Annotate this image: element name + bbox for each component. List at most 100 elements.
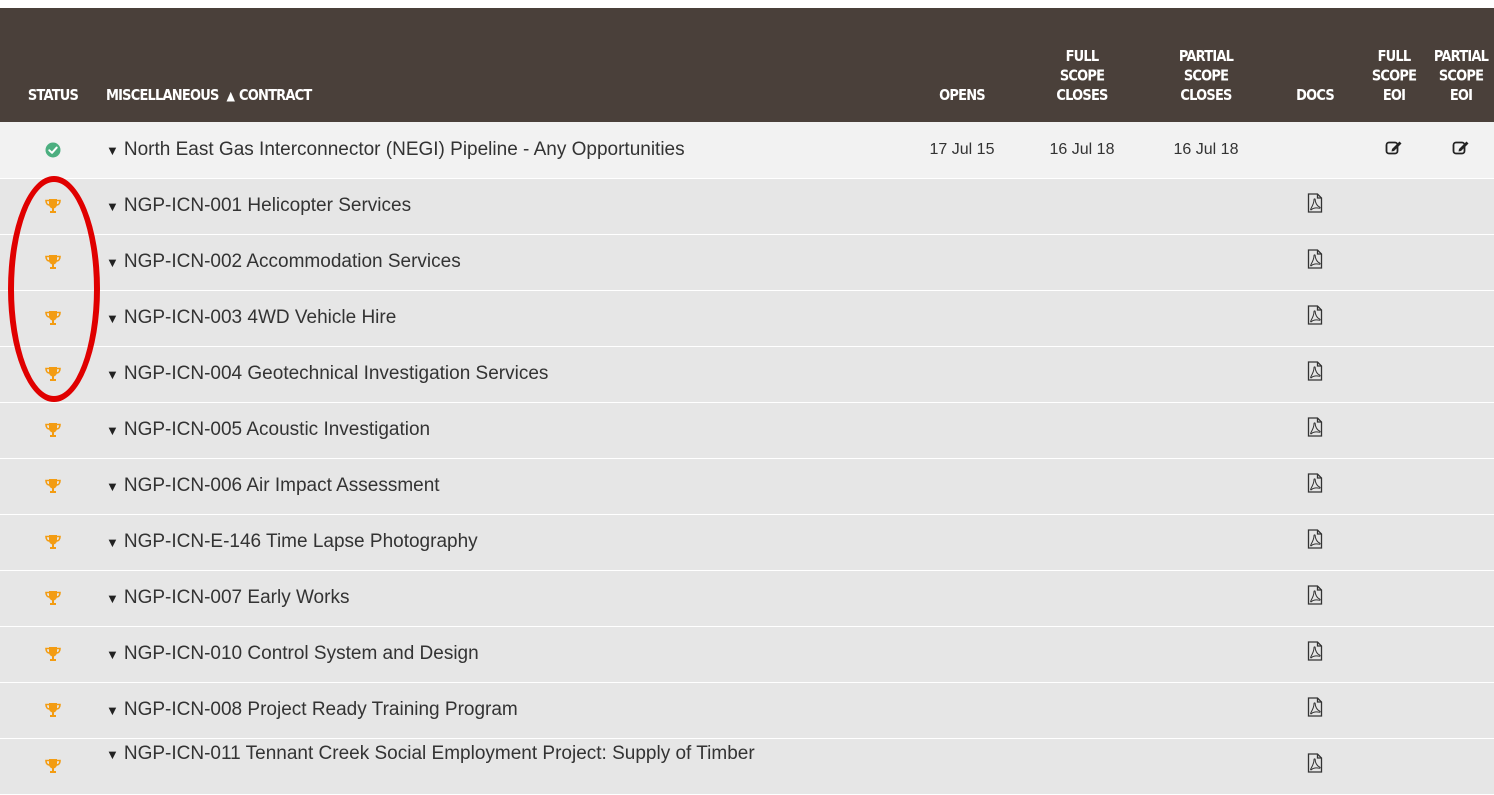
docs-cell xyxy=(1270,514,1360,570)
header-opens[interactable]: OPENS xyxy=(902,0,1022,122)
status-cell xyxy=(0,458,106,514)
status-cell xyxy=(0,234,106,290)
header-full-scope-eoi[interactable]: FULL SCOPE EOI xyxy=(1360,0,1428,122)
contract-cell[interactable]: ▼ NGP-ICN-010 Control System and Design xyxy=(106,626,902,682)
header-status[interactable]: STATUS xyxy=(0,0,106,122)
docs-cell xyxy=(1270,682,1360,738)
table-row[interactable]: ▼ NGP-ICN-002 Accommodation Services xyxy=(0,234,1494,290)
expand-caret-icon[interactable]: ▼ xyxy=(106,311,119,326)
expand-caret-icon[interactable]: ▼ xyxy=(106,143,119,158)
sort-ascending-icon[interactable]: ▲ xyxy=(227,89,235,104)
contract-title[interactable]: NGP-ICN-011 Tennant Creek Social Employm… xyxy=(124,743,755,764)
contract-title[interactable]: NGP-ICN-007 Early Works xyxy=(124,587,350,608)
full-scope-closes-date xyxy=(1022,178,1142,234)
edit-icon[interactable] xyxy=(1452,139,1470,160)
expand-caret-icon[interactable]: ▼ xyxy=(106,479,119,494)
pdf-icon[interactable] xyxy=(1307,193,1323,218)
full-scope-closes-date xyxy=(1022,682,1142,738)
contract-cell[interactable]: ▼ NGP-ICN-005 Acoustic Investigation xyxy=(106,402,902,458)
status-cell xyxy=(0,290,106,346)
pdf-icon[interactable] xyxy=(1307,473,1323,498)
contract-title[interactable]: NGP-ICN-004 Geotechnical Investigation S… xyxy=(124,363,549,384)
partial-scope-eoi-cell xyxy=(1428,402,1494,458)
header-full-scope-closes-line1: FULL xyxy=(1065,48,1100,66)
table-row[interactable]: ▼ NGP-ICN-011 Tennant Creek Social Employ… xyxy=(0,738,1494,794)
header-full-scope-closes[interactable]: FULL SCOPE CLOSES xyxy=(1022,0,1142,122)
partial-scope-closes-date: 16 Jul 18 xyxy=(1173,140,1239,158)
contract-cell[interactable]: ▼ NGP-ICN-008 Project Ready Training Prog… xyxy=(106,682,902,738)
table-row[interactable]: ▼ NGP-ICN-005 Acoustic Investigation xyxy=(0,402,1494,458)
opens-date xyxy=(902,570,1022,626)
status-cell xyxy=(0,738,106,794)
table-row[interactable]: ▼ NGP-ICN-006 Air Impact Assessment xyxy=(0,458,1494,514)
contract-cell[interactable]: ▼ NGP-ICN-E-146 Time Lapse Photography xyxy=(106,514,902,570)
partial-scope-closes-date xyxy=(1142,738,1270,794)
pdf-icon[interactable] xyxy=(1307,361,1323,386)
status-cell xyxy=(0,570,106,626)
pdf-icon[interactable] xyxy=(1307,305,1323,330)
full-scope-eoi-cell xyxy=(1360,234,1428,290)
contract-cell[interactable]: ▼ NGP-ICN-006 Air Impact Assessment xyxy=(106,458,902,514)
header-contract-label[interactable]: CONTRACT xyxy=(239,88,312,105)
expand-caret-icon[interactable]: ▼ xyxy=(106,255,119,270)
pdf-icon[interactable] xyxy=(1307,417,1323,442)
docs-cell xyxy=(1270,738,1360,794)
header-category-label[interactable]: MISCELLANEOUS xyxy=(106,88,219,105)
opens-date xyxy=(902,402,1022,458)
table-row[interactable]: ▼ NGP-ICN-010 Control System and Design xyxy=(0,626,1494,682)
contract-title[interactable]: NGP-ICN-005 Acoustic Investigation xyxy=(124,419,430,440)
expand-caret-icon[interactable]: ▼ xyxy=(106,535,119,550)
header-contract[interactable]: MISCELLANEOUS ▲ CONTRACT xyxy=(106,0,902,122)
expand-caret-icon[interactable]: ▼ xyxy=(106,703,119,718)
partial-scope-closes-date xyxy=(1142,626,1270,682)
pdf-icon[interactable] xyxy=(1307,697,1323,722)
expand-caret-icon[interactable]: ▼ xyxy=(106,423,119,438)
header-docs[interactable]: DOCS xyxy=(1270,0,1360,122)
table-row[interactable]: ▼ NGP-ICN-004 Geotechnical Investigation … xyxy=(0,346,1494,402)
pdf-icon[interactable] xyxy=(1307,249,1323,274)
partial-scope-eoi-cell xyxy=(1428,234,1494,290)
table-row[interactable]: ▼ NGP-ICN-E-146 Time Lapse Photography xyxy=(0,514,1494,570)
trophy-icon xyxy=(44,755,62,776)
contract-title[interactable]: NGP-ICN-003 4WD Vehicle Hire xyxy=(124,307,396,328)
contract-title[interactable]: NGP-ICN-010 Control System and Design xyxy=(124,643,479,664)
pdf-icon[interactable] xyxy=(1307,529,1323,554)
pdf-icon[interactable] xyxy=(1307,585,1323,610)
contract-title[interactable]: North East Gas Interconnector (NEGI) Pip… xyxy=(124,139,685,160)
header-partial-scope-closes[interactable]: PARTIAL SCOPE CLOSES xyxy=(1142,0,1270,122)
table-row[interactable]: ▼ NGP-ICN-008 Project Ready Training Prog… xyxy=(0,682,1494,738)
contract-cell[interactable]: ▼ NGP-ICN-003 4WD Vehicle Hire xyxy=(106,290,902,346)
expand-caret-icon[interactable]: ▼ xyxy=(106,199,119,214)
table-row[interactable]: ▼ NGP-ICN-003 4WD Vehicle Hire xyxy=(0,290,1494,346)
table-row[interactable]: ▼ North East Gas Interconnector (NEGI) Pi… xyxy=(0,122,1494,178)
pdf-icon[interactable] xyxy=(1307,753,1323,778)
opens-date xyxy=(902,514,1022,570)
contract-title[interactable]: NGP-ICN-006 Air Impact Assessment xyxy=(124,475,440,496)
pdf-icon[interactable] xyxy=(1307,641,1323,666)
opens-date xyxy=(902,290,1022,346)
contract-cell[interactable]: ▼ NGP-ICN-001 Helicopter Services xyxy=(106,178,902,234)
table-row[interactable]: ▼ NGP-ICN-001 Helicopter Services xyxy=(0,178,1494,234)
contract-cell[interactable]: ▼ NGP-ICN-011 Tennant Creek Social Employ… xyxy=(106,738,902,794)
contract-cell[interactable]: ▼ NGP-ICN-007 Early Works xyxy=(106,570,902,626)
contract-title[interactable]: NGP-ICN-008 Project Ready Training Progr… xyxy=(124,699,518,720)
edit-icon[interactable] xyxy=(1385,139,1403,160)
expand-caret-icon[interactable]: ▼ xyxy=(106,747,119,762)
contract-cell[interactable]: ▼ NGP-ICN-002 Accommodation Services xyxy=(106,234,902,290)
expand-caret-icon[interactable]: ▼ xyxy=(106,591,119,606)
header-partial-scope-eoi[interactable]: PARTIAL SCOPE EOI xyxy=(1428,0,1494,122)
contract-title[interactable]: NGP-ICN-E-146 Time Lapse Photography xyxy=(124,531,478,552)
header-full-scope-eoi-line1: FULL xyxy=(1377,48,1412,66)
contract-cell[interactable]: ▼ North East Gas Interconnector (NEGI) Pi… xyxy=(106,122,902,178)
contracts-table: STATUS MISCELLANEOUS ▲ CONTRACT OPENS FULL… xyxy=(0,8,1494,795)
contract-title[interactable]: NGP-ICN-002 Accommodation Services xyxy=(124,251,461,272)
expand-caret-icon[interactable]: ▼ xyxy=(106,367,119,382)
partial-scope-closes-date xyxy=(1142,234,1270,290)
contract-cell[interactable]: ▼ NGP-ICN-004 Geotechnical Investigation … xyxy=(106,346,902,402)
partial-scope-closes-date xyxy=(1142,178,1270,234)
full-scope-eoi-cell xyxy=(1360,458,1428,514)
contract-title[interactable]: NGP-ICN-001 Helicopter Services xyxy=(124,195,411,216)
table-row[interactable]: ▼ NGP-ICN-007 Early Works xyxy=(0,570,1494,626)
full-scope-closes-date xyxy=(1022,402,1142,458)
expand-caret-icon[interactable]: ▼ xyxy=(106,647,119,662)
